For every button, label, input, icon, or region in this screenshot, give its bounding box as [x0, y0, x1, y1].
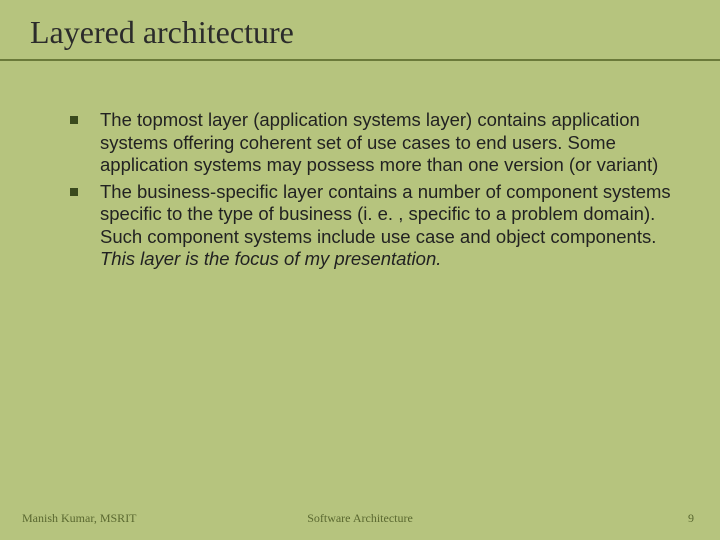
bullet-item: The topmost layer (application systems l… [70, 109, 680, 177]
footer-author: Manish Kumar, MSRIT [22, 511, 137, 526]
bullet-text: The topmost layer (application systems l… [100, 109, 680, 177]
bullet-item: The business-specific layer contains a n… [70, 181, 680, 271]
square-bullet-icon [70, 116, 78, 124]
title-area: Layered architecture [0, 0, 720, 61]
bullet-text-italic: This layer is the focus of my presentati… [100, 248, 441, 269]
bullet-text-content: The topmost layer (application systems l… [100, 109, 658, 175]
bullet-text-content: The business-specific layer contains a n… [100, 181, 671, 247]
footer: Manish Kumar, MSRIT Software Architectur… [0, 511, 720, 526]
square-bullet-icon [70, 188, 78, 196]
page-number: 9 [688, 511, 694, 526]
content-area: The topmost layer (application systems l… [0, 61, 720, 271]
slide-title: Layered architecture [30, 14, 690, 51]
bullet-text: The business-specific layer contains a n… [100, 181, 680, 271]
